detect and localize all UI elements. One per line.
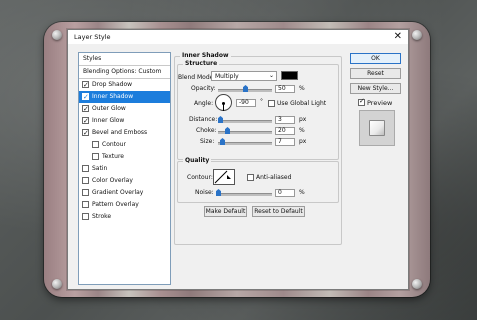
title-bar: Layer Style ✕: [68, 30, 408, 44]
blend-mode-select[interactable]: Multiply ⌄: [211, 71, 277, 81]
styles-header-label: Styles: [83, 55, 102, 62]
layer-style-dialog: Layer Style ✕ Styles Blending Options: C…: [67, 29, 409, 290]
styles-header[interactable]: Styles: [79, 53, 170, 66]
style-item-label: Bevel and Emboss: [92, 129, 148, 136]
preview-label: Preview: [367, 99, 393, 107]
reset-button[interactable]: Reset: [350, 68, 401, 79]
styles-list: Styles Blending Options: Custom Drop Sha…: [78, 52, 171, 285]
style-item-checkbox[interactable]: [82, 115, 89, 127]
style-item-label: Texture: [102, 153, 124, 160]
style-item-checkbox[interactable]: [82, 127, 89, 139]
style-item-label: Color Overlay: [92, 177, 133, 184]
angle-center: [222, 102, 225, 105]
opacity-unit: %: [299, 85, 305, 92]
noise-slider-track[interactable]: [218, 193, 272, 196]
style-item-contour[interactable]: Contour: [79, 139, 170, 151]
ok-button[interactable]: OK: [350, 53, 401, 64]
style-item-checkbox[interactable]: [82, 79, 89, 91]
opacity-input[interactable]: 50: [275, 85, 295, 93]
style-item-inner-glow[interactable]: Inner Glow: [79, 115, 170, 127]
choke-label: Choke:: [196, 127, 217, 134]
blending-options-item[interactable]: Blending Options: Custom: [79, 66, 170, 79]
angle-unit: °: [260, 98, 263, 105]
style-item-bevel-and-emboss[interactable]: Bevel and Emboss: [79, 127, 170, 139]
quality-title: Quality: [183, 157, 212, 164]
contour-curve-icon: [214, 170, 231, 184]
noise-label: Noise:: [195, 189, 214, 196]
preview-swatch: [369, 120, 385, 136]
style-item-checkbox[interactable]: [82, 91, 89, 103]
make-default-button[interactable]: Make Default: [204, 206, 247, 217]
style-item-drop-shadow[interactable]: Drop Shadow: [79, 79, 170, 91]
style-item-pattern-overlay[interactable]: Pattern Overlay: [79, 199, 170, 211]
quality-group: Quality: [177, 157, 339, 203]
inner-shadow-title: Inner Shadow: [180, 52, 231, 59]
style-item-label: Outer Glow: [92, 105, 126, 112]
style-item-stroke[interactable]: Stroke: [79, 211, 170, 223]
blend-mode-label: Blend Mode:: [178, 74, 216, 81]
style-item-gradient-overlay[interactable]: Gradient Overlay: [79, 187, 170, 199]
blending-options-label: Blending Options: Custom: [83, 68, 162, 75]
style-item-texture[interactable]: Texture: [79, 151, 170, 163]
style-item-checkbox[interactable]: [82, 189, 89, 196]
angle-input[interactable]: -90: [236, 99, 256, 107]
style-item-color-overlay[interactable]: Color Overlay: [79, 175, 170, 187]
opacity-label: Opacity:: [191, 85, 216, 92]
style-item-checkbox[interactable]: [82, 165, 89, 172]
style-item-satin[interactable]: Satin: [79, 163, 170, 175]
angle-dial[interactable]: [215, 94, 232, 111]
size-unit: px: [299, 138, 307, 145]
style-item-checkbox[interactable]: [82, 103, 89, 115]
style-item-checkbox[interactable]: [92, 153, 99, 160]
style-item-checkbox[interactable]: [82, 213, 89, 220]
choke-input[interactable]: 20: [275, 127, 295, 135]
shadow-color-swatch[interactable]: [281, 71, 298, 80]
style-item-checkbox[interactable]: [92, 141, 99, 148]
distance-unit: px: [299, 116, 307, 123]
style-preview: [359, 110, 395, 146]
style-item-label: Drop Shadow: [92, 81, 133, 88]
noise-input[interactable]: 0: [275, 189, 295, 197]
style-item-label: Gradient Overlay: [92, 189, 144, 196]
style-item-checkbox[interactable]: [82, 177, 89, 184]
style-item-label: Contour: [102, 141, 126, 148]
style-item-label: Satin: [92, 165, 108, 172]
distance-input[interactable]: 3: [275, 116, 295, 124]
window-title: Layer Style: [74, 33, 111, 41]
choke-unit: %: [299, 127, 305, 134]
style-item-outer-glow[interactable]: Outer Glow: [79, 103, 170, 115]
distance-slider-track[interactable]: [218, 120, 272, 123]
contour-picker[interactable]: [213, 169, 235, 185]
contour-label: Contour:: [187, 174, 213, 181]
preview-checkbox[interactable]: [358, 97, 365, 106]
style-item-inner-shadow[interactable]: Inner Shadow: [79, 91, 170, 103]
style-item-label: Inner Glow: [92, 117, 125, 124]
bolt-icon: [412, 30, 422, 40]
bolt-icon: [52, 30, 62, 40]
angle-label: Angle:: [194, 100, 214, 107]
style-item-checkbox[interactable]: [82, 201, 89, 208]
bolt-icon: [52, 279, 62, 289]
noise-unit: %: [299, 189, 305, 196]
anti-aliased-label: Anti-aliased: [256, 174, 292, 181]
chevron-down-icon: ⌄: [268, 72, 274, 79]
new-style-button[interactable]: New Style...: [350, 83, 401, 94]
structure-title: Structure: [183, 60, 220, 67]
style-item-label: Pattern Overlay: [92, 201, 139, 208]
bolt-icon: [412, 279, 422, 289]
anti-aliased-checkbox[interactable]: [247, 174, 254, 181]
use-global-light-checkbox[interactable]: [268, 100, 275, 107]
distance-label: Distance:: [189, 116, 218, 123]
blend-mode-value: Multiply: [215, 73, 239, 80]
size-label: Size:: [200, 138, 215, 145]
style-item-label: Inner Shadow: [92, 93, 134, 100]
close-icon[interactable]: ✕: [394, 31, 402, 43]
size-input[interactable]: 7: [275, 138, 295, 146]
size-slider-track[interactable]: [218, 142, 272, 145]
style-item-label: Stroke: [92, 213, 112, 220]
reset-to-default-button[interactable]: Reset to Default: [252, 206, 305, 217]
use-global-light-label: Use Global Light: [277, 100, 327, 107]
